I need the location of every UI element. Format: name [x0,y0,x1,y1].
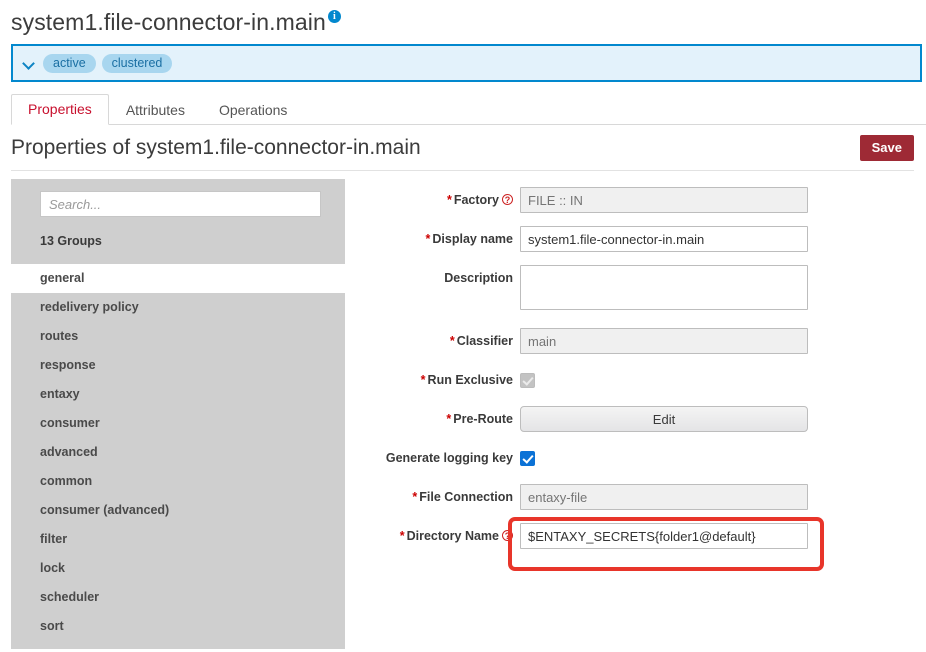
question-circle-icon[interactable]: ? [502,194,513,205]
properties-form: *Factory? *Display name Description [345,179,926,649]
sidebar-item-routes[interactable]: routes [11,322,345,351]
control-directory-name [520,523,926,549]
status-bar: active clustered [11,44,922,82]
sidebar-item-consumer-advanced[interactable]: consumer (advanced) [11,496,345,525]
field-row-pre-route: *Pre-Route Edit [345,406,926,432]
page-title: system1.file-connector-in.main [11,8,326,36]
file-connection-input [520,484,808,510]
group-list: general redelivery policy routes respons… [11,264,345,641]
sidebar-item-filter[interactable]: filter [11,525,345,554]
display-name-input[interactable] [520,226,808,252]
field-row-file-connection: *File Connection [345,484,926,510]
label-text: Directory Name [407,529,499,543]
label-pre-route: *Pre-Route [345,406,520,432]
required-marker: * [400,529,405,543]
sidebar-item-lock[interactable]: lock [11,554,345,583]
sidebar-item-scheduler[interactable]: scheduler [11,583,345,612]
run-exclusive-checkbox [520,373,535,388]
control-pre-route: Edit [520,406,926,432]
sidebar-item-entaxy[interactable]: entaxy [11,380,345,409]
label-factory: *Factory? [345,187,520,213]
status-badge-clustered: clustered [102,54,173,73]
sidebar-item-redelivery-policy[interactable]: redelivery policy [11,293,345,322]
required-marker: * [446,412,451,426]
label-run-exclusive: *Run Exclusive [345,367,520,393]
tab-attributes[interactable]: Attributes [109,95,202,125]
factory-input [520,187,808,213]
field-row-description: Description [345,265,926,315]
chevron-down-icon[interactable] [23,57,35,69]
label-text: Classifier [457,334,513,348]
required-marker: * [421,373,426,387]
sidebar-item-consumer[interactable]: consumer [11,409,345,438]
tab-properties[interactable]: Properties [11,94,109,125]
label-classifier: *Classifier [345,328,520,354]
field-row-display-name: *Display name [345,226,926,252]
label-text: Run Exclusive [428,373,513,387]
search-input[interactable] [40,191,321,217]
label-text: Generate logging key [386,451,513,465]
status-badge-active: active [43,54,96,73]
control-factory [520,187,926,213]
required-marker: * [426,232,431,246]
pre-route-edit-button[interactable]: Edit [520,406,808,432]
content-area: 13 Groups general redelivery policy rout… [11,179,926,649]
search-container [11,179,345,217]
save-button[interactable]: Save [860,135,914,161]
group-count-label: 13 Groups [11,217,345,248]
sidebar-item-response[interactable]: response [11,351,345,380]
section-header: Properties of system1.file-connector-in.… [11,135,914,171]
page-header: system1.file-connector-in.main i [0,0,926,36]
label-directory-name: *Directory Name? [345,523,520,549]
control-description [520,265,926,315]
required-marker: * [450,334,455,348]
required-marker: * [447,193,452,207]
info-circle-icon[interactable]: i [328,10,341,23]
required-marker: * [412,490,417,504]
field-row-classifier: *Classifier [345,328,926,354]
field-row-run-exclusive: *Run Exclusive [345,367,926,393]
field-row-directory-name: *Directory Name? [345,523,926,549]
groups-sidebar: 13 Groups general redelivery policy rout… [11,179,345,649]
classifier-input [520,328,808,354]
sidebar-item-general[interactable]: general [11,264,345,293]
label-file-connection: *File Connection [345,484,520,510]
directory-name-input[interactable] [520,523,808,549]
control-run-exclusive [520,367,926,388]
description-textarea[interactable] [520,265,808,310]
field-row-generate-logging-key: Generate logging key [345,445,926,471]
generate-logging-key-checkbox[interactable] [520,451,535,466]
label-generate-logging-key: Generate logging key [345,445,520,471]
label-text: Description [444,271,513,285]
control-generate-logging-key [520,445,926,466]
label-description: Description [345,265,520,291]
sidebar-item-sort[interactable]: sort [11,612,345,641]
label-text: Pre-Route [453,412,513,426]
control-display-name [520,226,926,252]
label-text: File Connection [419,490,513,504]
control-file-connection [520,484,926,510]
section-title: Properties of system1.file-connector-in.… [11,135,421,161]
control-classifier [520,328,926,354]
tab-bar: Properties Attributes Operations [11,95,926,125]
label-text: Display name [432,232,513,246]
question-circle-icon[interactable]: ? [502,530,513,541]
sidebar-item-common[interactable]: common [11,467,345,496]
sidebar-item-advanced[interactable]: advanced [11,438,345,467]
label-text: Factory [454,193,499,207]
field-row-factory: *Factory? [345,187,926,213]
tab-operations[interactable]: Operations [202,95,304,125]
label-display-name: *Display name [345,226,520,252]
